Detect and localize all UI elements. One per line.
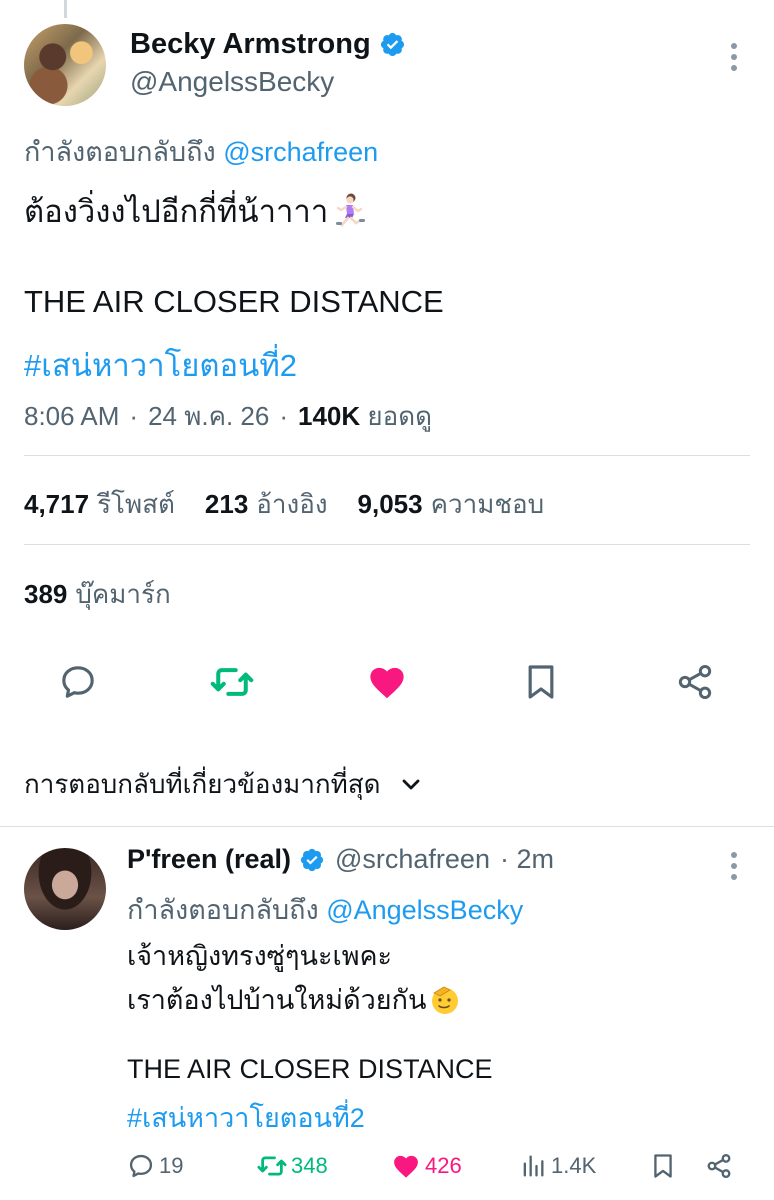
- bookmark-stats: 389 บุ๊คมาร์ก: [24, 574, 171, 615]
- bookmarks-label: บุ๊คมาร์ก: [75, 579, 171, 609]
- reply-icon: [62, 666, 94, 698]
- hashtag-link[interactable]: #เสน่หาวาโยตอนที่2: [127, 1096, 365, 1139]
- like-count: 426: [425, 1153, 462, 1178]
- heart-icon: [394, 1155, 418, 1178]
- replying-to-prefix: กำลังตอบกลับถึง: [127, 895, 319, 925]
- tweet-text: ต้องวิ่งงไปอีกกี่ที่น้าาาา: [24, 194, 329, 229]
- more-options-icon[interactable]: [724, 850, 744, 882]
- bookmarks-count: 389: [24, 579, 68, 609]
- quotes-count: 213: [204, 489, 249, 519]
- repost-button[interactable]: 348: [257, 1148, 328, 1184]
- views-label: ยอดดู: [367, 401, 433, 431]
- verified-badge-icon: [300, 848, 324, 871]
- chevron-down-icon: [402, 779, 419, 789]
- hashtag-link[interactable]: #เสน่หาวาโยตอนที่2: [24, 340, 297, 390]
- reply-timestamp[interactable]: · 2m: [500, 844, 554, 875]
- reply-sort-dropdown[interactable]: การตอบกลับที่เกี่ยวข้องมากที่สุด: [24, 764, 423, 805]
- reply-text-line3: THE AIR CLOSER DISTANCE: [127, 1054, 493, 1084]
- reply-author-handle[interactable]: @srchafreen: [335, 844, 490, 875]
- like-button[interactable]: 426: [391, 1148, 462, 1184]
- replying-to-mention[interactable]: @AngelssBecky: [326, 895, 523, 925]
- share-icon: [707, 1153, 731, 1179]
- replying-to: กำลังตอบกลับถึง @AngelssBecky: [127, 888, 523, 931]
- reply-text-line1: เจ้าหญิงทรงซู่ๆนะเพคะ: [127, 941, 393, 971]
- divider: [0, 826, 774, 827]
- reposts-label: รีโพสต์: [97, 489, 175, 519]
- reply-author-row: P'freen (real) @srchafreen · 2m: [127, 844, 554, 875]
- views-stat[interactable]: 140K ยอดดู: [298, 396, 432, 437]
- heart-icon: [370, 667, 404, 699]
- author-display-name[interactable]: Becky Armstrong: [130, 28, 371, 61]
- running-woman-emoji-icon: [336, 193, 366, 227]
- sort-label: การตอบกลับที่เกี่ยวข้องมากที่สุด: [24, 769, 381, 799]
- meta-separator: ·: [129, 401, 139, 431]
- reply-button[interactable]: [56, 660, 100, 704]
- views-button[interactable]: 1.4K: [519, 1148, 596, 1184]
- like-button[interactable]: [365, 660, 409, 704]
- reply-text-line2: เราต้องไปบ้านใหม่ด้วยกัน: [127, 978, 462, 1021]
- avatar[interactable]: [24, 848, 106, 930]
- bookmark-button[interactable]: [649, 1148, 677, 1184]
- repost-count: 348: [291, 1153, 328, 1178]
- bookmarks-stat[interactable]: 389 บุ๊คมาร์ก: [24, 574, 171, 615]
- author-handle[interactable]: @AngelssBecky: [130, 66, 334, 98]
- likes-stat[interactable]: 9,053 ความชอบ: [358, 484, 545, 525]
- engagement-stats: 4,717 รีโพสต์ 213 อ้างอิง 9,053 ความชอบ: [24, 484, 544, 525]
- divider: [24, 544, 750, 545]
- replying-to-mention[interactable]: @srchafreen: [223, 137, 378, 167]
- tweet-text-line2: THE AIR CLOSER DISTANCE: [24, 284, 444, 319]
- reply-button[interactable]: 19: [127, 1148, 183, 1184]
- likes-label: ความชอบ: [430, 489, 545, 519]
- likes-count: 9,053: [357, 489, 423, 519]
- tweet-date[interactable]: 24 พ.ค. 26: [148, 396, 269, 437]
- meta-separator: ·: [279, 401, 289, 431]
- more-options-icon[interactable]: [724, 40, 744, 74]
- quotes-label: อ้างอิง: [256, 489, 328, 519]
- analytics-icon: [523, 1155, 544, 1177]
- share-button[interactable]: [705, 1148, 733, 1184]
- views-count: 1.4K: [551, 1153, 597, 1178]
- tweet-actions: [0, 660, 774, 710]
- repost-icon: [210, 668, 254, 696]
- reply-count: 19: [159, 1153, 184, 1178]
- avatar[interactable]: [24, 24, 106, 106]
- tweet-meta: 8:06 AM · 24 พ.ค. 26 · 140K ยอดดู: [24, 396, 432, 437]
- divider: [24, 455, 750, 456]
- main-tweet: Becky Armstrong @AngelssBecky กำลังตอบกล…: [0, 0, 774, 828]
- bookmark-button[interactable]: [519, 660, 563, 704]
- share-icon: [678, 665, 712, 699]
- repost-icon: [257, 1156, 287, 1176]
- reposts-count: 4,717: [24, 489, 90, 519]
- tweet-text-line1: ต้องวิ่งงไปอีกกี่ที่น้าาาา: [24, 186, 366, 236]
- repost-button[interactable]: [210, 660, 254, 704]
- views-count: 140K: [298, 401, 361, 431]
- reply-text: เราต้องไปบ้านใหม่ด้วยกัน: [127, 985, 427, 1015]
- bookmark-icon: [528, 665, 554, 699]
- reply-icon: [129, 1154, 153, 1178]
- replying-to-prefix: กำลังตอบกลับถึง: [24, 137, 216, 167]
- reposts-stat[interactable]: 4,717 รีโพสต์: [24, 484, 175, 525]
- author-name[interactable]: Becky Armstrong: [130, 28, 406, 61]
- quotes-stat[interactable]: 213 อ้างอิง: [205, 484, 328, 525]
- share-button[interactable]: [673, 660, 717, 704]
- replying-to: กำลังตอบกลับถึง @srchafreen: [24, 130, 378, 173]
- saluting-face-emoji-icon: [432, 986, 459, 1014]
- verified-badge-icon: [380, 32, 404, 57]
- reply-author-name[interactable]: P'freen (real): [127, 844, 291, 875]
- reply-actions: 19 348 426 1.4K: [127, 1148, 747, 1184]
- tweet-time[interactable]: 8:06 AM: [24, 401, 119, 432]
- bookmark-icon: [654, 1154, 672, 1178]
